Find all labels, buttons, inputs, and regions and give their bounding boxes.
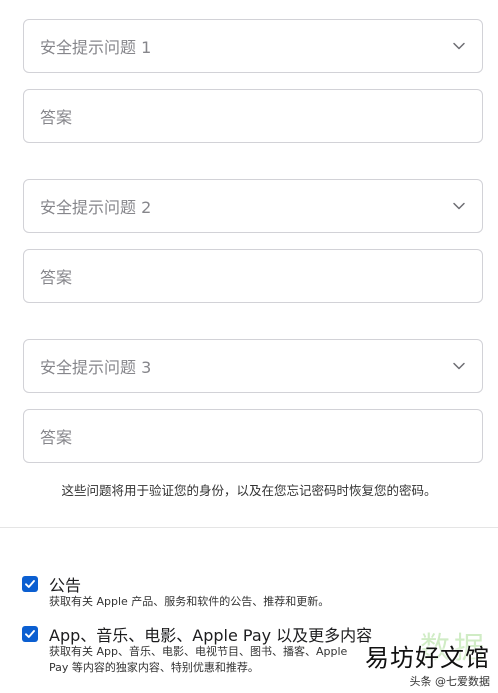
answer-2-placeholder: 答案 — [40, 268, 73, 287]
chevron-down-icon — [452, 199, 466, 213]
security-questions-hint: 这些问题将用于验证您的身份，以及在您忘记密码时恢复您的密码。 — [61, 483, 437, 498]
announcements-title: 公告 — [49, 576, 82, 595]
media-checkbox[interactable] — [22, 626, 38, 642]
security-question-1-placeholder: 安全提示问题 1 — [40, 38, 152, 57]
checkmark-icon — [25, 580, 35, 588]
announcements-checkbox[interactable] — [22, 576, 38, 592]
security-question-2-select[interactable]: 安全提示问题 2 — [23, 179, 483, 233]
security-question-2-placeholder: 安全提示问题 2 — [40, 198, 152, 217]
watermark-title: 易坊好文馆 — [365, 644, 490, 672]
answer-1-placeholder: 答案 — [40, 108, 73, 127]
answer-3-input[interactable]: 答案 — [23, 409, 483, 463]
announcements-description: 获取有关 Apple 产品、服务和软件的公告、推荐和更新。 — [49, 595, 330, 608]
media-title: App、音乐、电影、Apple Pay 以及更多内容 — [49, 626, 373, 645]
chevron-down-icon — [452, 359, 466, 373]
security-question-1-select[interactable]: 安全提示问题 1 — [23, 19, 483, 73]
section-divider — [0, 527, 498, 528]
security-question-3-select[interactable]: 安全提示问题 3 — [23, 339, 483, 393]
security-questions-page: 安全提示问题 1 答案 安全提示问题 2 答案 安全提示问题 3 答案 这些问题… — [0, 0, 498, 693]
watermark-source: 头条 @七爱数据 — [409, 675, 491, 688]
answer-1-input[interactable]: 答案 — [23, 89, 483, 143]
answer-3-placeholder: 答案 — [40, 428, 73, 447]
media-description: 获取有关 App、音乐、电影、电视节目、图书、播客、Apple Pay 等内容的… — [49, 645, 348, 674]
checkmark-icon — [25, 630, 35, 638]
answer-2-input[interactable]: 答案 — [23, 249, 483, 303]
security-question-3-placeholder: 安全提示问题 3 — [40, 358, 152, 377]
watermark: 易坊好文馆 头条 @七爱数据 — [365, 638, 490, 689]
chevron-down-icon — [452, 39, 466, 53]
